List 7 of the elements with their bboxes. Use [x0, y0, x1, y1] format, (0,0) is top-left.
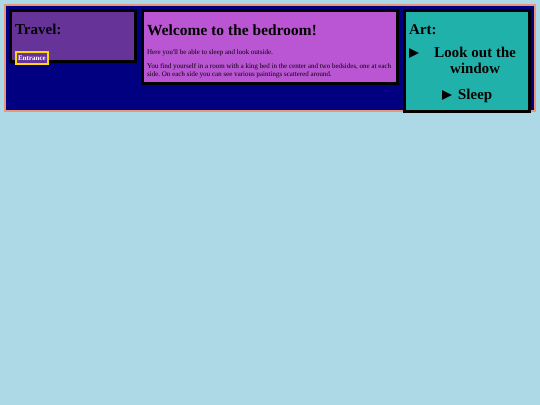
action-link[interactable]: Look out the window: [409, 45, 525, 77]
action-link[interactable]: Sleep: [442, 87, 492, 103]
play-triangle-icon: [442, 90, 452, 100]
travel-heading: Travel:: [15, 22, 62, 39]
room-heading: Welcome to the bedroom!: [147, 22, 318, 40]
art-heading: Art:: [409, 22, 438, 39]
play-triangle-icon: [409, 48, 419, 58]
